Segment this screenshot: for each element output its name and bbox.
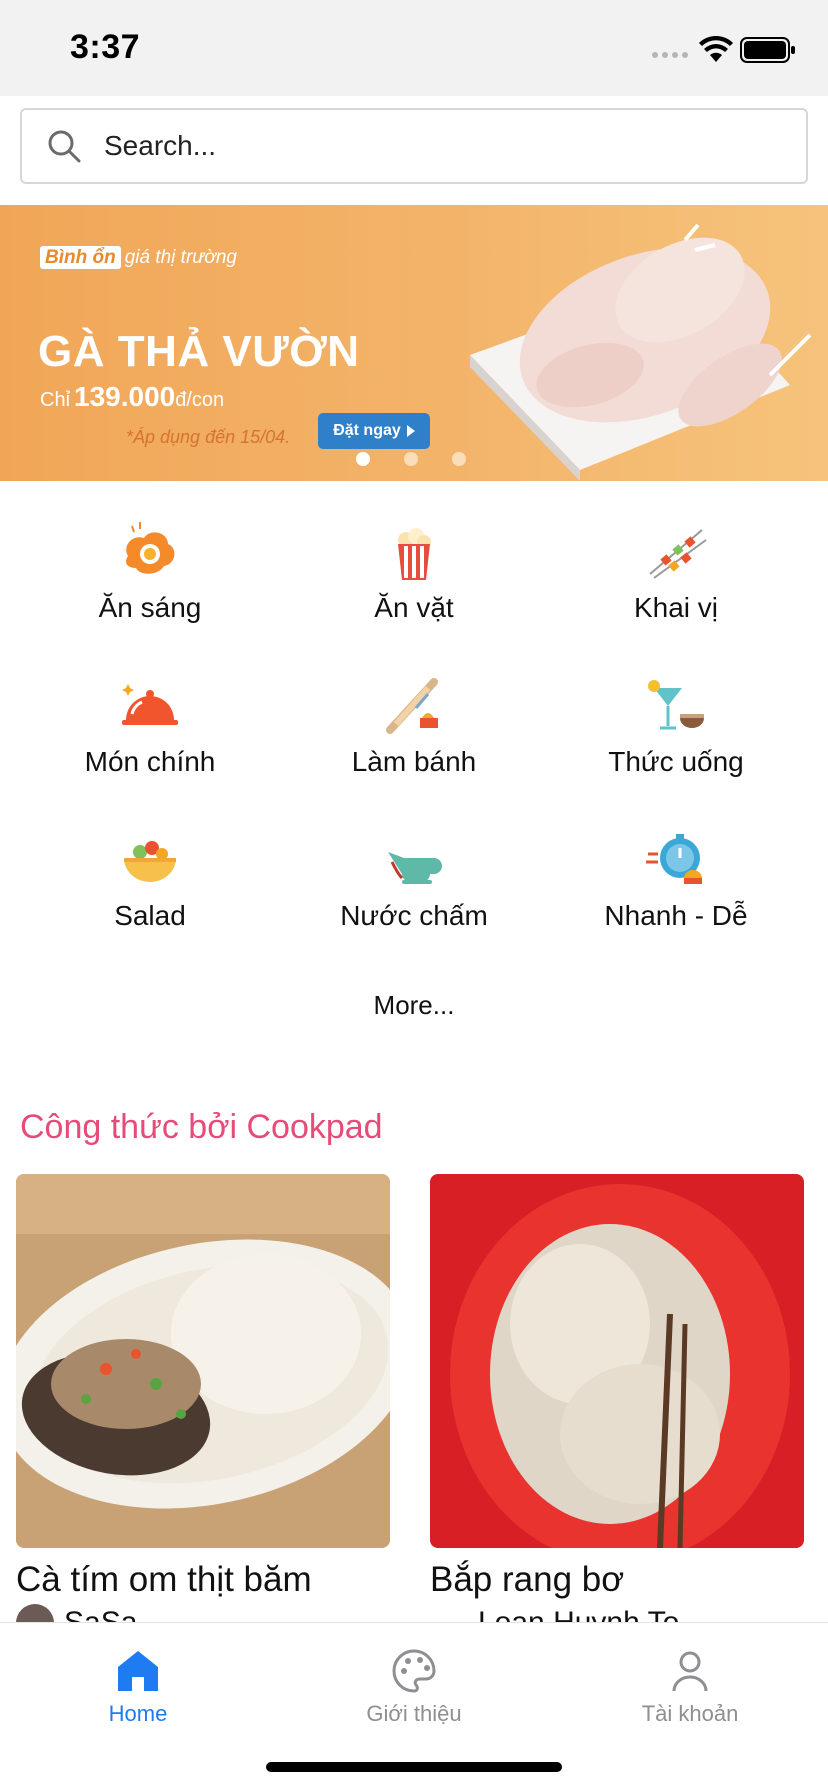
- category-snack[interactable]: Ăn vặt: [284, 520, 544, 630]
- search-icon: [48, 130, 81, 163]
- cloche-icon: [122, 684, 178, 725]
- home-indicator[interactable]: [266, 1762, 562, 1772]
- salad-bowl-icon: [124, 841, 176, 882]
- stopwatch-icon: [646, 834, 702, 884]
- carousel-dots[interactable]: [356, 452, 466, 466]
- play-arrow-icon: [406, 425, 415, 437]
- category-main-dish[interactable]: Món chính: [20, 674, 280, 784]
- order-now-button[interactable]: Đặt ngay: [318, 413, 430, 449]
- gravy-boat-icon: [388, 852, 442, 884]
- recipe-photo[interactable]: [16, 1174, 390, 1548]
- rolling-pin-icon: [386, 678, 438, 734]
- carousel-dot[interactable]: [356, 452, 370, 466]
- category-label: Nước chấm: [340, 900, 488, 931]
- recipe-title[interactable]: Bắp rang bơ: [430, 1560, 804, 1600]
- skewer-icon: [649, 529, 707, 579]
- palette-icon: [392, 1649, 436, 1693]
- recipe-photo[interactable]: [430, 1174, 804, 1548]
- banner-validity: *Áp dụng đến 15/04.: [126, 427, 291, 447]
- user-icon: [672, 1651, 708, 1692]
- tab-account[interactable]: Tài khoản: [590, 1647, 790, 1727]
- category-label: Ăn sáng: [98, 592, 202, 623]
- carousel-dot[interactable]: [404, 452, 418, 466]
- category-appetizer[interactable]: Khai vị: [546, 520, 806, 630]
- status-time: 3:37: [70, 28, 141, 66]
- recipe-title[interactable]: Cà tím om thịt băm: [16, 1560, 390, 1600]
- category-dipping-sauce[interactable]: Nước chấm: [284, 828, 544, 938]
- section-title: Công thức bởi Cookpad: [20, 1108, 383, 1146]
- tab-label: Tài khoản: [641, 1701, 739, 1726]
- category-label: Thức uống: [608, 746, 744, 777]
- tab-label: Giới thiệu: [366, 1701, 462, 1726]
- banner-title: GÀ THẢ VƯỜN: [38, 327, 360, 376]
- home-icon: [118, 1651, 158, 1691]
- search-bar[interactable]: Search...: [20, 108, 808, 184]
- category-label: Khai vị: [633, 592, 719, 623]
- category-drinks[interactable]: Thức uống: [546, 674, 806, 784]
- category-label: Nhanh - Dễ: [604, 900, 748, 931]
- promo-banner[interactable]: Bình ổn giá thị trường GÀ THẢ VƯỜN Chỉ 139…: [0, 205, 828, 481]
- category-quick-easy[interactable]: Nhanh - Dễ: [546, 828, 806, 938]
- popcorn-icon: [398, 528, 431, 580]
- recipe-card[interactable]: Cà tím om thịt băm SaSa: [16, 1174, 390, 1642]
- cocktail-icon: [648, 680, 704, 730]
- tab-about[interactable]: Giới thiệu: [314, 1647, 514, 1727]
- banner-price: Chỉ 139.000đ/con: [40, 381, 225, 412]
- signal-icon: [652, 52, 688, 58]
- fried-egg-icon: [126, 522, 175, 574]
- category-baking[interactable]: Làm bánh: [284, 674, 544, 784]
- more-categories-link[interactable]: More...: [0, 990, 828, 1021]
- carousel-dot[interactable]: [452, 452, 466, 466]
- category-salad[interactable]: Salad: [20, 828, 280, 938]
- category-breakfast[interactable]: Ăn sáng: [20, 520, 280, 630]
- banner-tag: Bình ổn giá thị trường: [40, 246, 237, 269]
- recipe-card[interactable]: Bắp rang bơ Loan Huynh To: [430, 1174, 804, 1642]
- status-bar: 3:37: [0, 0, 828, 96]
- search-input[interactable]: Search...: [104, 130, 216, 162]
- chicken-image: [470, 223, 812, 481]
- tab-label: Home: [108, 1701, 168, 1726]
- tab-home[interactable]: Home: [38, 1647, 238, 1727]
- wifi-icon: [699, 36, 733, 62]
- category-label: Ăn vặt: [374, 592, 454, 623]
- battery-icon: [740, 37, 795, 63]
- category-label: Món chính: [84, 746, 216, 777]
- category-label: Làm bánh: [351, 746, 477, 777]
- category-label: Salad: [114, 900, 186, 931]
